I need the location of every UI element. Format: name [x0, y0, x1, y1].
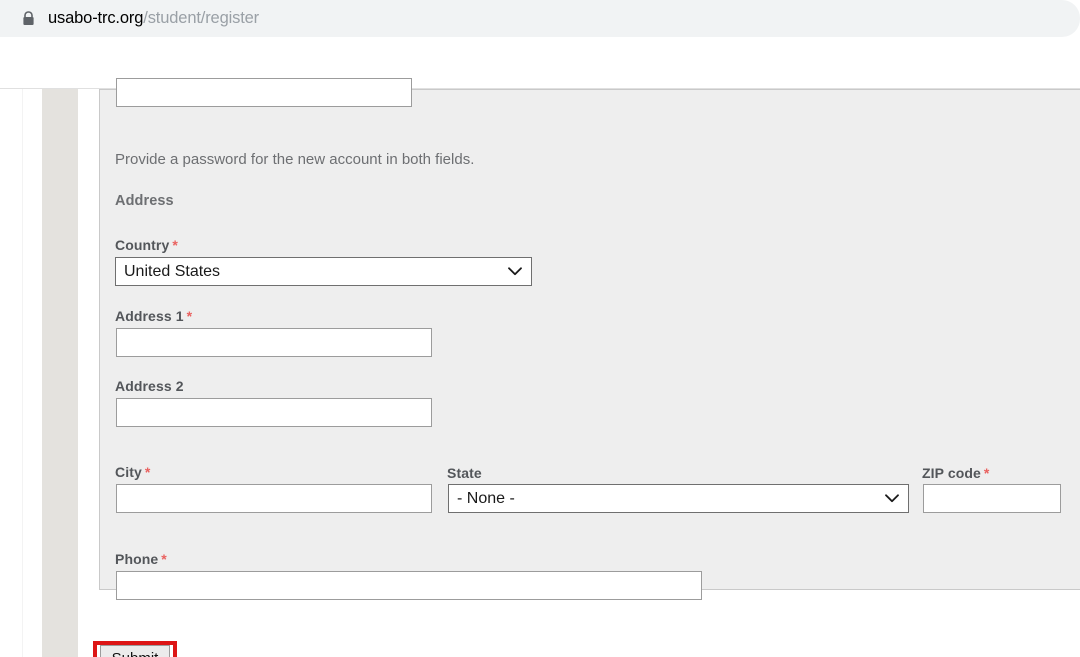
- country-select[interactable]: United States: [115, 257, 532, 286]
- phone-input[interactable]: [116, 571, 702, 600]
- city-label-text: City: [115, 464, 142, 480]
- required-asterisk: *: [144, 464, 151, 480]
- country-label: Country *: [115, 237, 178, 253]
- zip-code-input[interactable]: [923, 484, 1061, 513]
- url-path: /student/register: [143, 9, 260, 27]
- url-domain: usabo-trc.org: [48, 9, 144, 27]
- chevron-down-icon: [508, 267, 522, 276]
- city-input[interactable]: [116, 484, 432, 513]
- address1-label: Address 1 *: [115, 308, 192, 324]
- address-fieldset: Provide a password for the new account i…: [99, 78, 1080, 600]
- gutter-divider: [22, 89, 23, 657]
- address2-label-text: Address 2: [115, 378, 184, 394]
- url-text[interactable]: usabo-trc.org/student/register: [48, 9, 259, 28]
- password-help-text: Provide a password for the new account i…: [115, 151, 475, 168]
- left-gutter-band: [42, 89, 78, 657]
- address1-input[interactable]: [116, 328, 432, 357]
- country-select-value: United States: [124, 262, 221, 280]
- phone-label: Phone *: [115, 551, 167, 567]
- city-label: City *: [115, 464, 150, 480]
- phone-label-text: Phone: [115, 551, 159, 567]
- address2-label: Address 2: [115, 378, 187, 394]
- state-select-value: - None -: [457, 489, 515, 507]
- state-select[interactable]: - None -: [448, 484, 909, 513]
- state-label-text: State: [447, 465, 482, 481]
- lock-icon: [23, 11, 34, 25]
- zip-code-label-text: ZIP code: [922, 465, 981, 481]
- country-label-text: Country: [115, 237, 170, 253]
- required-asterisk: *: [172, 237, 178, 253]
- address-legend: Address: [115, 193, 174, 209]
- page-content-area: Provide a password for the new account i…: [0, 37, 1080, 657]
- required-asterisk: *: [983, 465, 990, 481]
- state-label: State: [447, 465, 485, 481]
- password-confirm-input[interactable]: [116, 78, 412, 107]
- address1-label-text: Address 1: [115, 308, 184, 324]
- chevron-down-icon: [885, 494, 899, 503]
- browser-address-bar[interactable]: usabo-trc.org/student/register: [0, 0, 1080, 37]
- required-asterisk: *: [161, 551, 167, 567]
- required-asterisk: *: [186, 308, 193, 324]
- zip-code-label: ZIP code *: [922, 465, 989, 481]
- submit-button[interactable]: Submit: [100, 645, 170, 657]
- address2-input[interactable]: [116, 398, 432, 427]
